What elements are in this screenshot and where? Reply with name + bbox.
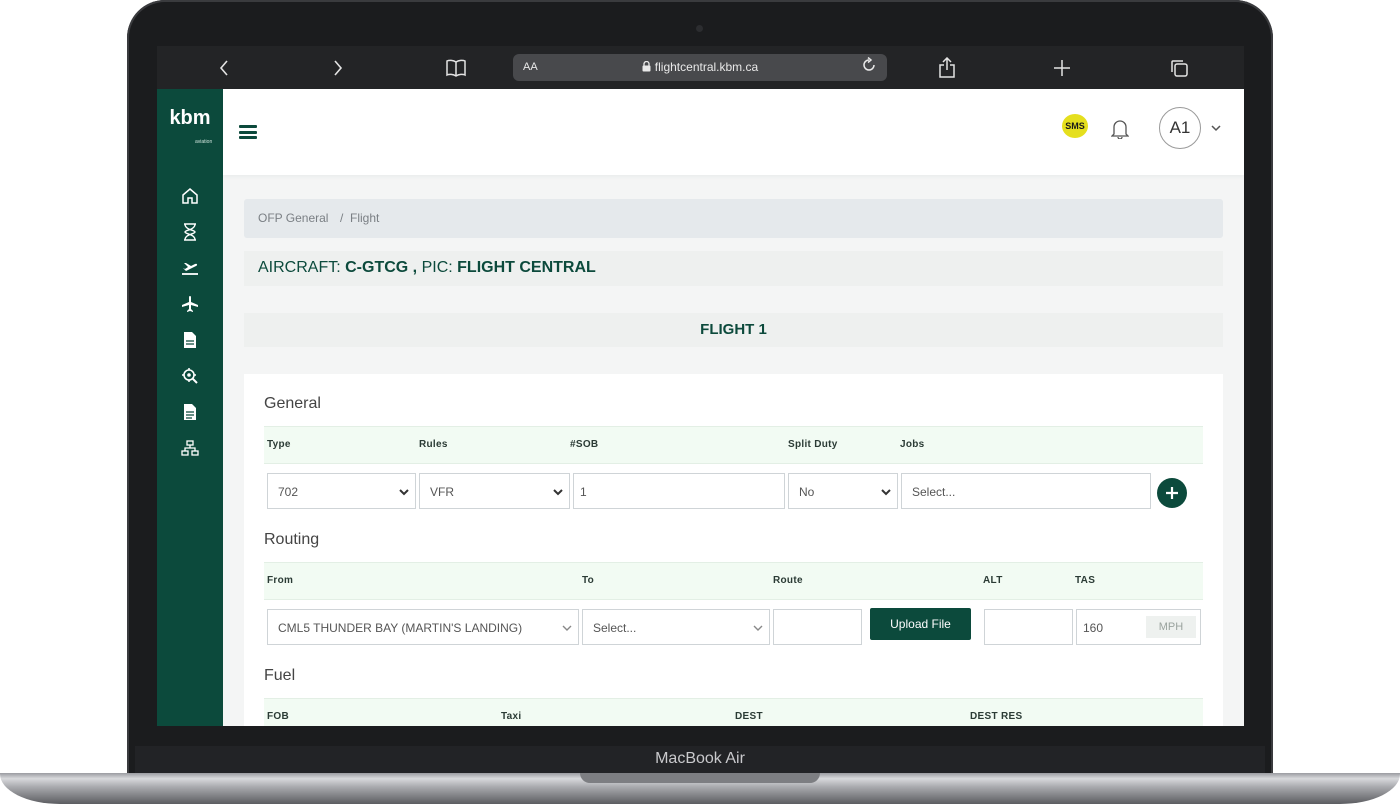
aircraft-info-bar: AIRCRAFT: C-GTCG , PIC: FLIGHT CENTRAL [244,251,1223,286]
logo: kbm [169,107,211,129]
chevron-down-icon [753,621,763,635]
col-header-taxi: Taxi [501,711,522,722]
hamburger-menu-icon[interactable] [239,125,257,139]
chevron-right-icon[interactable] [323,46,353,89]
from-value: CML5 THUNDER BAY (MARTIN'S LANDING) [278,621,523,635]
col-header-from: From [267,575,294,586]
general-header-row: Type Rules #SOB Split Duty Jobs [264,426,1203,464]
share-icon[interactable] [932,46,962,89]
col-header-fob: FOB [267,711,290,722]
col-header-sob: #SOB [570,439,599,450]
fuel-header-row: FOB Taxi DEST DEST RES [264,698,1203,726]
jobs-select[interactable]: Select... [901,473,1151,509]
col-header-dest: DEST [735,711,763,722]
alt-input[interactable] [984,609,1073,645]
lock-icon [642,60,651,72]
col-header-tas: TAS [1075,575,1096,586]
chevron-down-icon [562,621,572,635]
sob-input[interactable]: 1 [573,473,785,509]
aircraft-label: AIRCRAFT: [258,259,341,276]
sob-value: 1 [580,485,587,499]
from-select[interactable]: CML5 THUNDER BAY (MARTIN'S LANDING) [267,609,579,645]
breadcrumb: OFP General / Flight [244,199,1223,238]
col-header-to: To [582,575,595,586]
departure-icon[interactable] [179,257,201,279]
app-header: SMS A1 [223,89,1244,175]
col-header-route: Route [773,575,803,586]
airplane-icon[interactable] [179,293,201,315]
routing-header-row: From To Route ALT TAS [264,562,1203,600]
col-header-dest-res: DEST RES [970,711,1023,722]
plus-icon [1166,487,1178,499]
camera [696,25,703,32]
chevron-down-icon [553,485,563,499]
breadcrumb-separator: / [340,211,344,225]
home-icon[interactable] [179,185,201,207]
flight-title: FLIGHT 1 [244,313,1223,347]
reload-icon[interactable] [861,56,877,78]
col-header-split-duty: Split Duty [788,439,838,450]
rules-value: VFR [430,485,454,499]
browser-toolbar: AA flightcentral.kbm.ca [157,46,1244,89]
col-header-jobs: Jobs [900,439,925,450]
split-duty-select[interactable]: No [788,473,898,509]
url-display: flightcentral.kbm.ca [513,60,887,74]
sms-badge[interactable]: SMS [1062,114,1088,138]
pic-name: FLIGHT CENTRAL [457,259,596,276]
col-header-type: Type [267,439,291,450]
section-title-routing: Routing [264,531,320,548]
org-chart-icon[interactable] [179,437,201,459]
tas-input[interactable]: 160 MPH [1076,609,1201,645]
pic-label: PIC: [421,259,453,276]
tas-value: 160 [1083,621,1104,635]
address-bar[interactable]: AA flightcentral.kbm.ca [513,54,887,81]
device-label: MacBook Air [655,750,745,767]
route-input[interactable] [773,609,862,645]
add-job-button[interactable] [1157,478,1187,508]
chevron-down-icon [881,485,891,499]
book-icon[interactable] [441,46,471,89]
screen: AA flightcentral.kbm.ca kbm aviation SMS… [157,46,1244,726]
to-placeholder: Select... [593,621,637,635]
section-title-fuel: Fuel [264,667,296,684]
jobs-placeholder: Select... [912,485,956,499]
breadcrumb-item[interactable]: OFP General [258,211,328,225]
rules-select[interactable]: VFR [419,473,570,509]
section-title-general: General [264,395,321,412]
gear-search-icon[interactable] [179,365,201,387]
bell-icon[interactable] [1110,119,1130,144]
to-select[interactable]: Select... [582,609,770,645]
document-icon[interactable] [179,329,201,351]
split-duty-value: No [799,485,815,499]
breadcrumb-current: Flight [350,211,380,225]
chevron-down-icon [399,485,409,499]
sidebar: kbm aviation [157,89,223,726]
avatar[interactable]: A1 [1159,107,1201,149]
url-text: flightcentral.kbm.ca [654,60,759,74]
type-value: 702 [278,485,299,499]
laptop-notch [580,773,820,783]
chevron-down-icon[interactable] [1211,119,1221,137]
plus-icon[interactable] [1047,46,1077,89]
col-header-rules: Rules [419,439,448,450]
flight-form-card: General Type Rules #SOB Split Duty Jobs … [244,374,1223,726]
aircraft-registration: C-GTCG , [345,259,418,276]
logo-subtitle: aviation [195,139,213,145]
tabs-icon[interactable] [1164,46,1194,89]
report-icon[interactable] [179,401,201,423]
chevron-left-icon[interactable] [209,46,239,89]
hourglass-icon[interactable] [179,221,201,243]
tas-unit: MPH [1146,616,1196,638]
upload-file-button[interactable]: Upload File [870,608,971,640]
type-select[interactable]: 702 [267,473,416,509]
col-header-alt: ALT [983,575,1003,586]
